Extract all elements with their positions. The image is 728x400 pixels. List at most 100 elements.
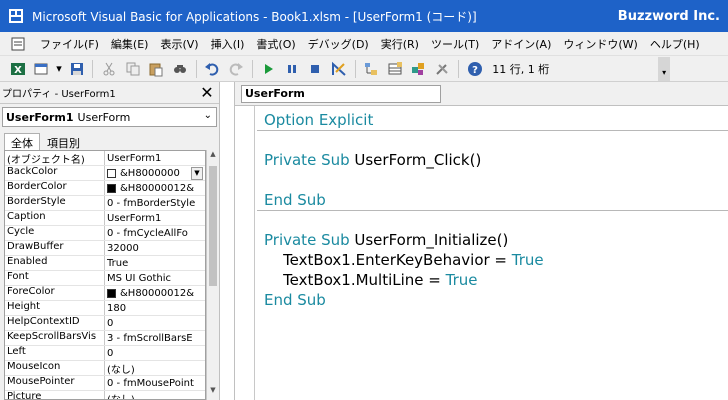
property-value[interactable]: 0 — [105, 316, 205, 330]
property-row[interactable]: HelpContextID 0 — [5, 316, 205, 331]
property-value[interactable]: UserForm1 — [105, 211, 205, 225]
property-value[interactable]: MS UI Gothic — [105, 271, 205, 285]
code-line[interactable]: End Sub — [257, 190, 728, 210]
chevron-down-icon[interactable]: ⌄ — [204, 110, 212, 121]
property-value[interactable]: 3 - fmScrollBarsE — [105, 331, 205, 345]
property-row[interactable]: Caption UserForm1 — [5, 211, 205, 226]
help-icon[interactable]: ? — [465, 59, 485, 79]
tab-alphabetic[interactable]: 全体 — [4, 133, 40, 151]
code-line[interactable]: Option Explicit — [257, 110, 728, 130]
menu-tools[interactable]: ツール(T) — [425, 36, 485, 52]
property-value[interactable]: 0 - fmBorderStyle — [105, 196, 205, 210]
property-row[interactable]: KeepScrollBarsVis 3 - fmScrollBarsE — [5, 331, 205, 346]
reset-icon[interactable] — [306, 59, 326, 79]
property-name: BackColor — [5, 166, 105, 180]
property-value-text: True — [107, 257, 129, 269]
properties-grid: (オブジェクト名) UserForm1 BackColor &H8000000 ▼ Bor… — [4, 150, 206, 400]
property-value[interactable]: True — [105, 256, 205, 270]
vba-app-icon — [9, 9, 23, 23]
property-value[interactable]: 180 — [105, 301, 205, 315]
property-name: MousePointer — [5, 376, 105, 390]
run-icon[interactable] — [259, 59, 279, 79]
code-editor[interactable]: Option Explicit Private Sub UserForm_Cli… — [257, 110, 728, 310]
property-value[interactable]: &H8000000 ▼ — [105, 166, 205, 180]
property-value[interactable]: &H80000012& — [105, 286, 205, 300]
properties-scrollbar[interactable]: ▲ ▼ — [206, 150, 218, 400]
close-icon[interactable]: ✕ — [199, 84, 215, 101]
property-row[interactable]: Font MS UI Gothic — [5, 271, 205, 286]
property-row[interactable]: Height 180 — [5, 301, 205, 316]
code-line[interactable]: Private Sub UserForm_Initialize() — [257, 230, 728, 250]
toolbar-separator — [195, 59, 197, 78]
property-row[interactable]: MousePointer 0 - fmMousePoint — [5, 376, 205, 391]
color-swatch — [107, 288, 116, 298]
property-row[interactable]: (オブジェクト名) UserForm1 — [5, 151, 205, 166]
property-value-text: 180 — [107, 302, 127, 314]
toolbox-icon[interactable] — [432, 59, 452, 79]
property-value-text: 0 - fmMousePoint — [107, 377, 194, 389]
property-value[interactable]: UserForm1 — [105, 151, 205, 165]
code-line[interactable]: TextBox1.EnterKeyBehavior = True — [257, 250, 728, 270]
property-value[interactable]: (なし) — [105, 361, 205, 376]
property-value[interactable]: 0 - fmCycleAllFo — [105, 226, 205, 240]
property-value-text: MS UI Gothic — [107, 272, 172, 284]
menu-run[interactable]: 実行(R) — [375, 36, 425, 52]
property-row[interactable]: Cycle 0 - fmCycleAllFo — [5, 226, 205, 241]
property-row[interactable]: ForeColor &H80000012& — [5, 286, 205, 301]
property-row[interactable]: Enabled True — [5, 256, 205, 271]
code-line[interactable]: End Sub — [257, 290, 728, 310]
property-row[interactable]: Picture (なし) — [5, 391, 205, 400]
undo-icon[interactable] — [203, 59, 223, 79]
property-value[interactable]: (なし) — [105, 391, 205, 400]
property-value[interactable]: &H80000012& — [105, 181, 205, 195]
menu-insert[interactable]: 挿入(I) — [205, 36, 251, 52]
menu-debug[interactable]: デバッグ(D) — [302, 36, 375, 52]
properties-window-icon[interactable] — [385, 59, 405, 79]
property-row[interactable]: BorderStyle 0 - fmBorderStyle — [5, 196, 205, 211]
menu-file[interactable]: ファイル(F) — [34, 36, 105, 52]
property-name: MouseIcon — [5, 361, 105, 375]
paste-icon[interactable] — [146, 59, 166, 79]
menu-addins[interactable]: アドイン(A) — [485, 36, 557, 52]
document-menu-icon[interactable] — [10, 36, 26, 52]
excel-icon[interactable]: X — [8, 59, 28, 79]
code-line[interactable] — [257, 170, 728, 190]
menu-view[interactable]: 表示(V) — [154, 36, 204, 52]
object-combo[interactable]: UserForm — [241, 84, 441, 103]
insert-userform-icon[interactable] — [32, 59, 52, 79]
property-value[interactable]: 0 — [105, 346, 205, 360]
cut-icon[interactable] — [99, 59, 119, 79]
menu-help[interactable]: ヘルプ(H) — [644, 36, 706, 52]
property-name: Caption — [5, 211, 105, 225]
property-row[interactable]: BorderColor &H80000012& — [5, 181, 205, 196]
project-explorer-icon[interactable] — [362, 59, 382, 79]
property-row[interactable]: Left 0 — [5, 346, 205, 361]
object-browser-icon[interactable] — [409, 59, 429, 79]
property-value[interactable]: 0 - fmMousePoint — [105, 376, 205, 390]
object-selector[interactable]: UserForm1 UserForm ⌄ — [2, 107, 217, 127]
menu-format[interactable]: 書式(O) — [250, 36, 301, 52]
chevron-down-icon[interactable]: ▼ — [191, 166, 203, 180]
property-row[interactable]: MouseIcon (なし) — [5, 361, 205, 376]
code-line[interactable]: Private Sub UserForm_Click() — [257, 150, 728, 170]
chevron-down-icon[interactable]: ▾ — [55, 59, 63, 79]
break-icon[interactable] — [282, 59, 302, 79]
copy-icon[interactable] — [123, 59, 143, 79]
menu-edit[interactable]: 編集(E) — [105, 36, 155, 52]
tab-categorized[interactable]: 項目別 — [40, 133, 87, 151]
scroll-up-icon[interactable]: ▲ — [207, 150, 219, 164]
toolbar-overflow-button[interactable]: ▾ — [658, 56, 671, 81]
property-row[interactable]: BackColor &H8000000 ▼ — [5, 166, 205, 181]
design-mode-icon[interactable] — [329, 59, 349, 79]
property-name: Enabled — [5, 256, 105, 270]
redo-icon[interactable] — [226, 59, 246, 79]
menu-window[interactable]: ウィンドウ(W) — [557, 36, 643, 52]
scroll-down-icon[interactable]: ▼ — [207, 386, 219, 400]
find-icon[interactable] — [170, 59, 190, 79]
margin-indicator-bar[interactable] — [235, 106, 255, 400]
property-value[interactable]: 32000 — [105, 241, 205, 255]
property-row[interactable]: DrawBuffer 32000 — [5, 241, 205, 256]
scrollbar-thumb[interactable] — [209, 166, 217, 286]
save-icon[interactable] — [67, 59, 87, 79]
code-line[interactable]: TextBox1.MultiLine = True — [257, 270, 728, 290]
